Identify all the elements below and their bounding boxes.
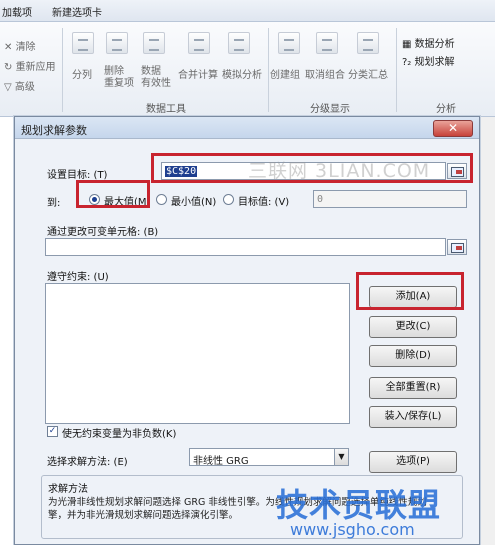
group-button[interactable]: 创建组 — [270, 66, 300, 81]
watermark-3lian: 三联网 3LIAN.COM — [248, 160, 431, 182]
clear-button[interactable]: ✕ 清除 — [4, 38, 36, 53]
delete-button[interactable]: 删除(D) — [369, 345, 457, 367]
reapply-button[interactable]: ↻ 重新应用 — [4, 58, 56, 73]
value-of-radio[interactable] — [223, 194, 234, 205]
tab-addins[interactable]: 加载项 — [2, 4, 32, 19]
sheet-edge — [0, 117, 14, 545]
dialog-title: 规划求解参数 — [21, 124, 87, 137]
constraints-list[interactable] — [45, 283, 350, 424]
value-of-input[interactable]: 0 — [313, 190, 467, 208]
min-radio[interactable] — [156, 194, 167, 205]
data-validation-button[interactable]: 数据 有效性 — [141, 66, 171, 90]
min-radio-label[interactable]: 最小值(N) — [171, 193, 216, 208]
consolidate-button[interactable]: 合并计算 — [178, 66, 218, 81]
method-select-value: 非线性 GRG — [193, 456, 249, 467]
highlight-max-box — [76, 180, 150, 208]
ungroup-icon — [316, 32, 338, 54]
highlight-add-box — [356, 272, 464, 310]
reset-all-button[interactable]: 全部重置(R) — [369, 377, 457, 399]
chevron-down-icon[interactable]: ▼ — [334, 449, 348, 465]
what-if-button[interactable]: 模拟分析 — [222, 66, 262, 81]
target-label: 设置目标: (T) — [47, 170, 108, 181]
advanced-button[interactable]: ▽ 高级 — [4, 78, 35, 93]
consolidate-icon — [188, 32, 210, 54]
constraints-label: 遵守约束: (U) — [47, 272, 109, 283]
data-validation-icon — [143, 32, 165, 54]
subtotal-icon — [357, 32, 379, 54]
method-label: 选择求解方法: (E) — [47, 457, 128, 468]
group-separator — [268, 28, 269, 112]
what-if-icon — [228, 32, 250, 54]
value-of-radio-label[interactable]: 目标值: (V) — [238, 193, 289, 208]
dialog-titlebar: 规划求解参数 ✕ — [15, 117, 479, 139]
load-save-button[interactable]: 装入/保存(L) — [369, 406, 457, 428]
group-icon — [278, 32, 300, 54]
logo-url: www.jsgho.com — [290, 520, 415, 539]
ribbon-tab-bar: 加载项 新建选项卡 — [0, 0, 495, 22]
changing-cells-ref-button[interactable] — [447, 239, 467, 255]
close-button[interactable]: ✕ — [433, 120, 473, 137]
non-negative-label[interactable]: 使无约束变量为非负数(K) — [62, 425, 176, 440]
tab-new[interactable]: 新建选项卡 — [52, 4, 102, 19]
data-analysis-button[interactable]: ▦ 数据分析 — [402, 35, 455, 50]
group-label-data-tools: 数据工具 — [146, 104, 186, 115]
value-of-input-value: 0 — [317, 194, 324, 205]
changing-cells-input[interactable] — [45, 238, 446, 256]
group-label-outline: 分级显示 — [310, 104, 350, 115]
changing-cells-label: 通过更改可变单元格: (B) — [47, 227, 159, 238]
solver-button[interactable]: ?₂ 规划求解 — [402, 53, 455, 68]
change-button[interactable]: 更改(C) — [369, 316, 457, 338]
subtotal-button[interactable]: 分类汇总 — [348, 66, 388, 81]
remove-duplicates-icon — [106, 32, 128, 54]
non-negative-checkbox[interactable]: ✓ — [47, 426, 58, 437]
ungroup-button[interactable]: 取消组合 — [305, 66, 345, 81]
method-group-title: 求解方法 — [48, 484, 88, 495]
method-select[interactable]: 非线性 GRG ▼ — [189, 448, 349, 467]
text-to-columns-icon — [72, 32, 94, 54]
group-separator — [396, 28, 397, 112]
group-separator — [62, 28, 63, 112]
text-to-columns-button[interactable]: 分列 — [72, 66, 92, 81]
options-button[interactable]: 选项(P) — [369, 451, 457, 473]
to-label: 到: — [47, 198, 61, 209]
group-label-analysis: 分析 — [436, 104, 456, 115]
ribbon: ✕ 清除 ↻ 重新应用 ▽ 高级 分列 删除 重复项 数据 有效性 合并计算 模… — [0, 22, 495, 117]
remove-duplicates-button[interactable]: 删除 重复项 — [104, 66, 134, 90]
